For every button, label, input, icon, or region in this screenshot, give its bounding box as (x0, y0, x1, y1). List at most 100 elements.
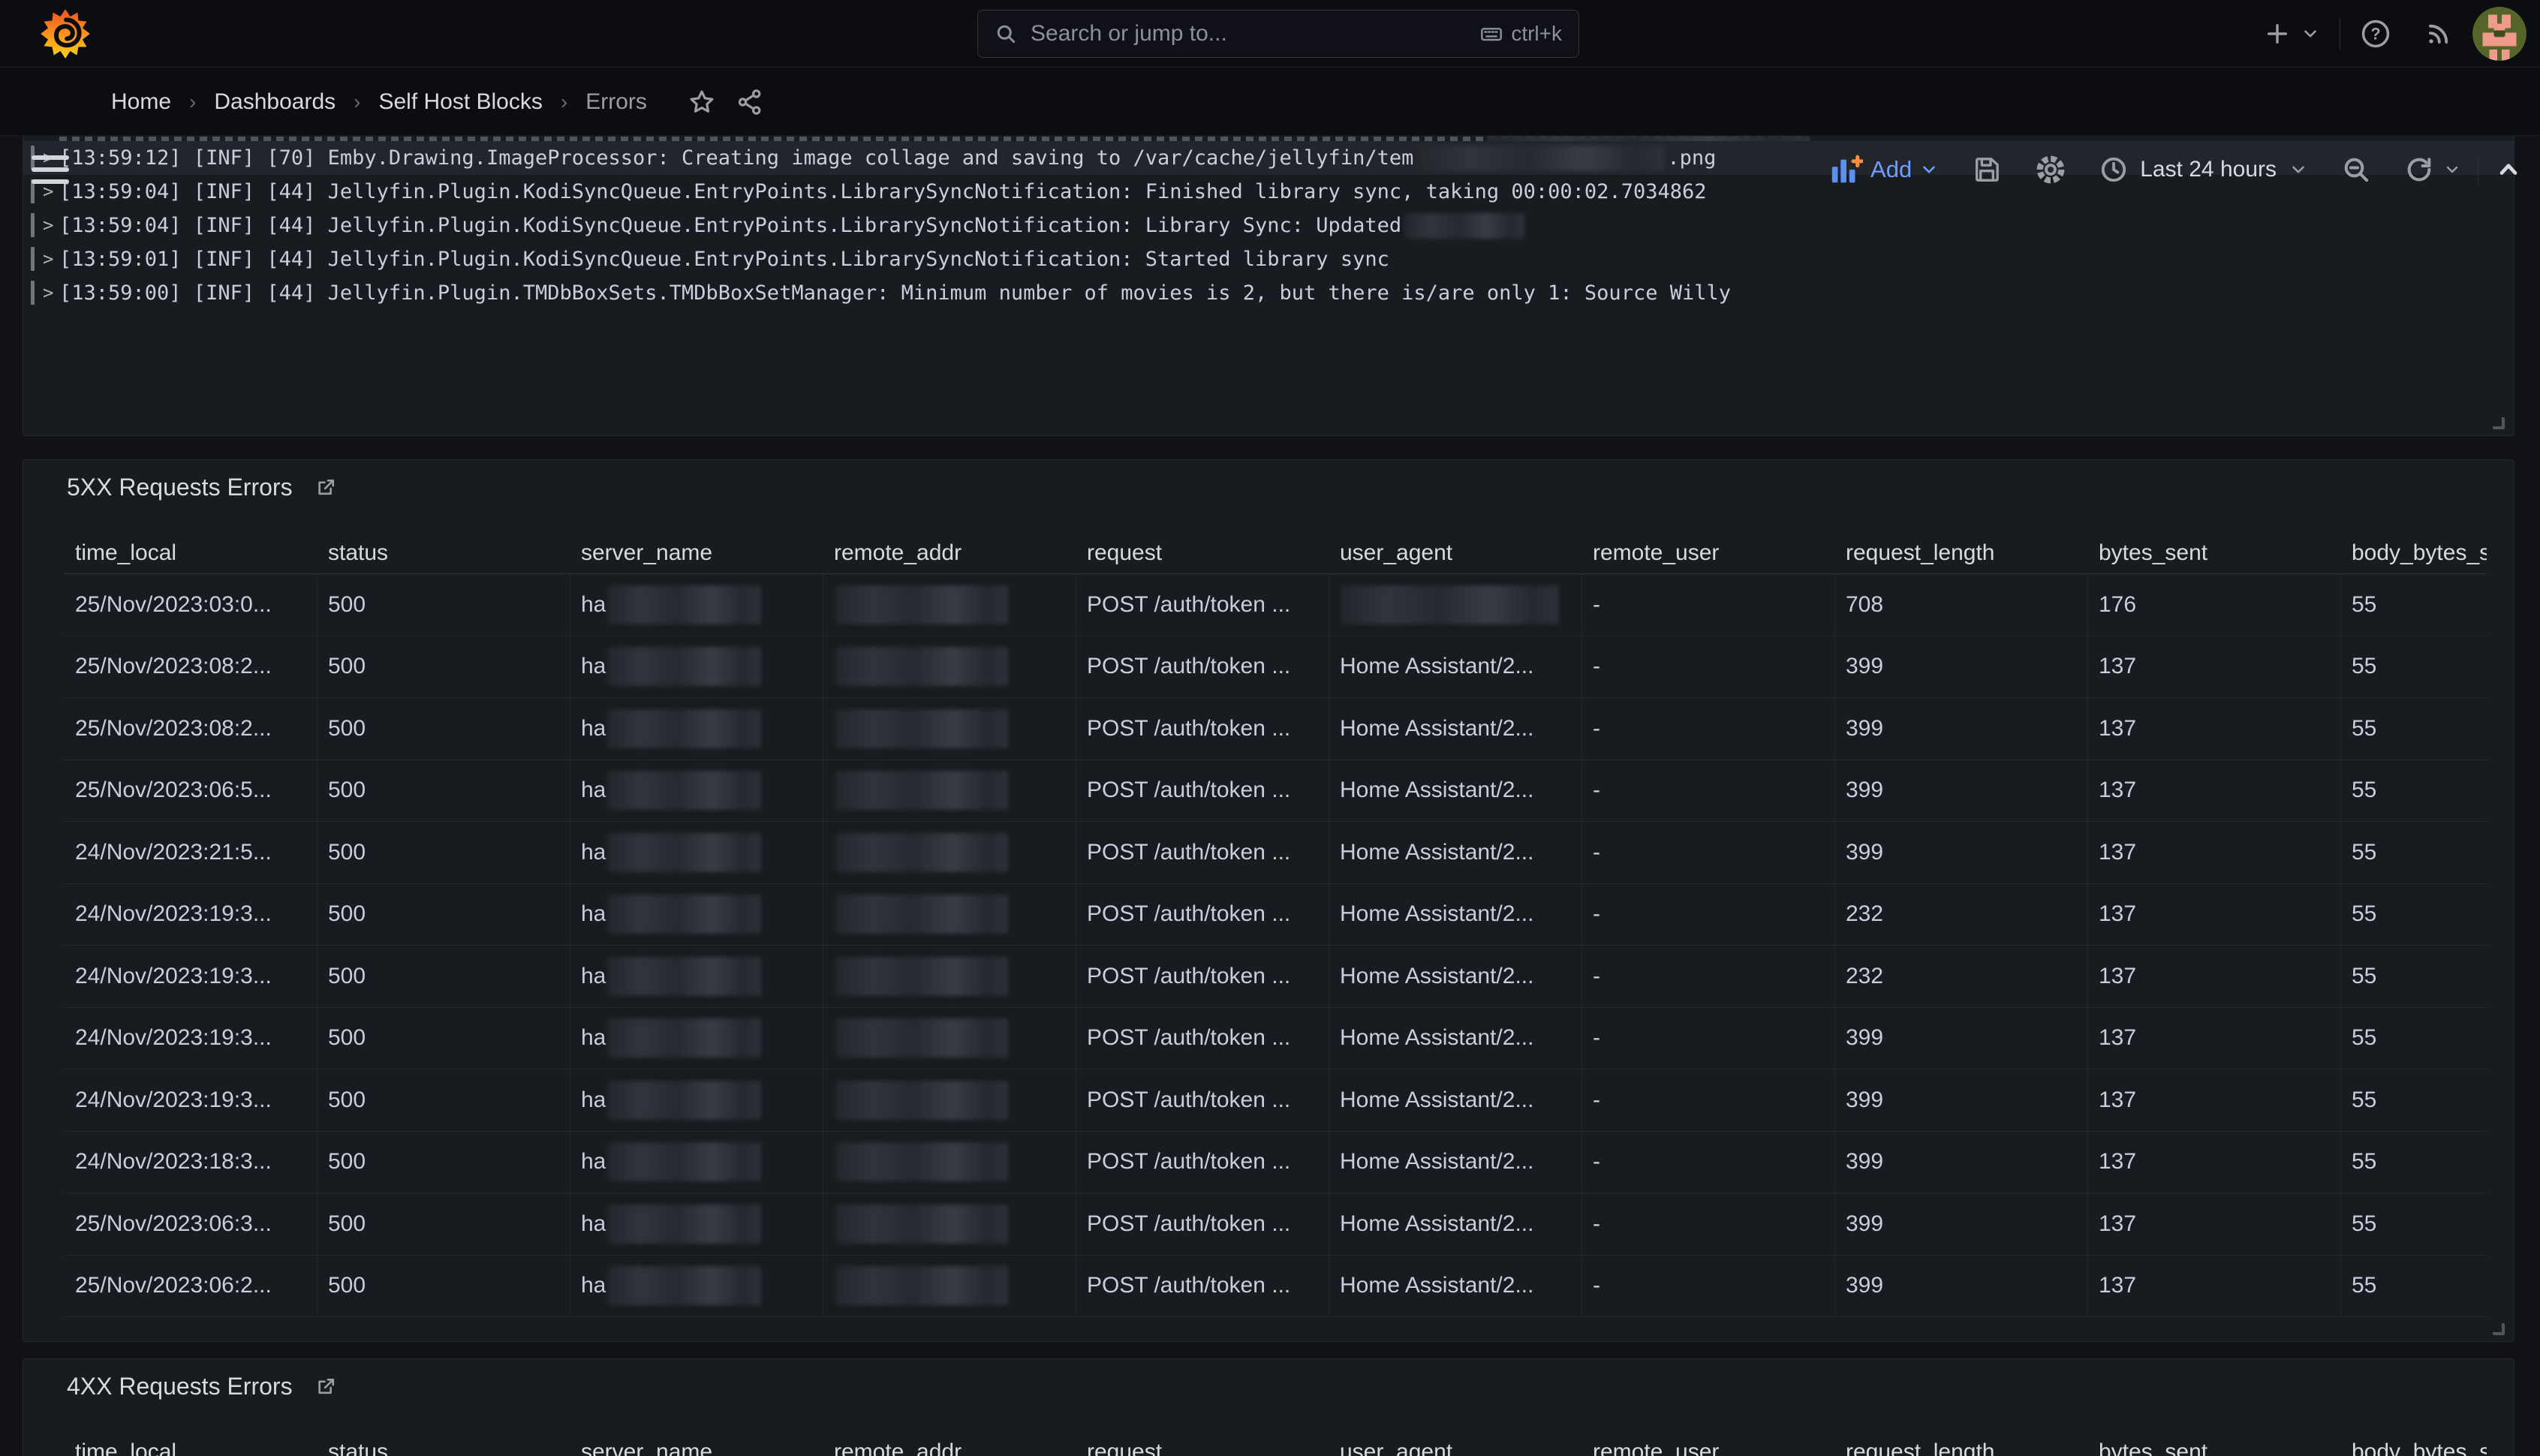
table-cell: Home Assistant/2... (1329, 884, 1582, 946)
log-row[interactable]: >[13:59:01] [INF] [44] Jellyfin.Plugin.K… (23, 242, 2514, 276)
breadcrumb-dashboards[interactable]: Dashboards (214, 89, 336, 115)
redacted-blur (835, 709, 1008, 748)
table-cell: 55 (2341, 636, 2487, 698)
expand-chevron-icon[interactable]: > (43, 209, 53, 242)
column-header[interactable]: request (1076, 532, 1329, 573)
user-avatar[interactable] (2472, 7, 2526, 61)
column-header[interactable]: server_name (570, 532, 823, 573)
text-run: ha (581, 1273, 606, 1298)
text-run: POST /auth/token ... (1087, 1025, 1290, 1051)
table-row[interactable]: 25/Nov/2023:08:2...500haPOST /auth/token… (65, 636, 2487, 699)
column-header[interactable]: remote_user (1582, 1431, 1835, 1456)
table-cell: ha (570, 1193, 823, 1255)
column-header[interactable]: body_bytes_sent (2341, 532, 2487, 573)
table-cell: 55 (2341, 1193, 2487, 1255)
search-input[interactable] (1031, 21, 1466, 47)
column-header[interactable]: user_agent (1329, 1431, 1582, 1456)
menu-toggle-button[interactable] (32, 155, 69, 184)
breadcrumb-folder[interactable]: Self Host Blocks (378, 89, 542, 115)
table-row[interactable]: 25/Nov/2023:03:0...500haPOST /auth/token… (65, 574, 2487, 636)
news-button[interactable] (2424, 20, 2453, 48)
table-row[interactable]: 25/Nov/2023:06:2...500haPOST /auth/token… (65, 1256, 2487, 1318)
log-row[interactable]: >[13:59:04] [INF] [44] Jellyfin.Plugin.K… (23, 209, 2514, 242)
table-row[interactable]: 25/Nov/2023:06:3...500haPOST /auth/token… (65, 1193, 2487, 1256)
text-run: 24/Nov/2023:19:3... (75, 1025, 272, 1051)
text-run: 500 (328, 778, 366, 803)
column-header[interactable]: bytes_sent (2088, 1431, 2341, 1456)
table-cell: 399 (1835, 1132, 2088, 1193)
new-dropdown-button[interactable] (2265, 21, 2320, 47)
table-cell: - (1582, 1132, 1835, 1193)
add-label: Add (1870, 156, 1912, 183)
table-cell: ha (570, 822, 823, 883)
help-button[interactable]: ? (2360, 18, 2391, 50)
time-range-picker[interactable]: Last 24 hours (2099, 155, 2308, 184)
table-cell: - (1582, 1008, 1835, 1069)
table-cell: 399 (1835, 760, 2088, 822)
breadcrumb-home[interactable]: Home (111, 89, 171, 115)
panel-resize-handle[interactable] (2493, 417, 2505, 429)
column-header[interactable]: status (318, 1431, 570, 1456)
table-row[interactable]: 24/Nov/2023:18:3...500haPOST /auth/token… (65, 1132, 2487, 1194)
text-run: - (1593, 1211, 1600, 1237)
column-header[interactable]: user_agent (1329, 532, 1582, 573)
refresh-button[interactable] (2404, 155, 2461, 185)
table-cell: 55 (2341, 946, 2487, 1007)
table-cell: Home Assistant/2... (1329, 760, 1582, 822)
text-run: 55 (2352, 778, 2376, 803)
table-cell: 399 (1835, 636, 2088, 698)
zoom-out-time-button[interactable] (2341, 155, 2371, 185)
expand-chevron-icon[interactable]: > (43, 242, 53, 276)
dashboard-settings-button[interactable] (2035, 154, 2066, 185)
table-cell: - (1582, 698, 1835, 760)
column-header[interactable]: request_length (1835, 1431, 2088, 1456)
column-header[interactable]: body_bytes_sent (2341, 1431, 2487, 1456)
log-row[interactable]: >[13:59:00] [INF] [44] Jellyfin.Plugin.T… (23, 276, 2514, 310)
save-dashboard-button[interactable] (1972, 155, 2002, 185)
collapse-bar-button[interactable] (2495, 156, 2522, 183)
column-header[interactable]: time_local (65, 1431, 318, 1456)
table-row[interactable]: 24/Nov/2023:19:3...500haPOST /auth/token… (65, 946, 2487, 1008)
column-header[interactable]: server_name (570, 1431, 823, 1456)
text-run: 399 (1846, 654, 1883, 679)
table-cell: 399 (1835, 1256, 2088, 1317)
column-header[interactable]: request_length (1835, 532, 2088, 573)
column-header[interactable]: remote_addr (823, 1431, 1076, 1456)
share-dashboard-button[interactable] (736, 88, 764, 116)
redacted-blur (607, 957, 761, 996)
text-run: Home Assistant/2... (1340, 1149, 1533, 1175)
column-header[interactable]: request (1076, 1431, 1329, 1456)
table-cell (823, 822, 1076, 883)
text-run: 24/Nov/2023:19:3... (75, 1087, 272, 1113)
expand-chevron-icon[interactable]: > (43, 276, 53, 310)
text-run: 24/Nov/2023:19:3... (75, 901, 272, 927)
table-row[interactable]: 24/Nov/2023:19:3...500haPOST /auth/token… (65, 1069, 2487, 1132)
column-header[interactable]: status (318, 532, 570, 573)
column-header[interactable]: remote_addr (823, 532, 1076, 573)
text-run: 137 (2099, 901, 2136, 927)
favorite-dashboard-button[interactable] (688, 88, 716, 116)
text-run: [13:59:01] [INF] [44] Jellyfin.Plugin.Ko… (59, 242, 1389, 276)
table-cell: 137 (2088, 1193, 2341, 1255)
table-row[interactable]: 24/Nov/2023:19:3...500haPOST /auth/token… (65, 1008, 2487, 1070)
text-run: POST /auth/token ... (1087, 1087, 1290, 1113)
table-row[interactable]: 25/Nov/2023:06:5...500haPOST /auth/token… (65, 760, 2487, 823)
table-cell: 55 (2341, 1069, 2487, 1131)
table-row[interactable]: 24/Nov/2023:21:5...500haPOST /auth/token… (65, 822, 2487, 884)
panel-resize-handle[interactable] (2493, 1323, 2505, 1335)
global-search[interactable]: ctrl+k (977, 10, 1579, 58)
grafana-logo[interactable] (39, 8, 92, 60)
redacted-blur (835, 1142, 1008, 1181)
column-header[interactable]: time_local (65, 532, 318, 573)
breadcrumb-separator: › (189, 90, 196, 114)
table-row[interactable]: 24/Nov/2023:19:3...500haPOST /auth/token… (65, 884, 2487, 946)
text-run: 55 (2352, 1273, 2376, 1298)
redacted-blur (1341, 585, 1559, 624)
add-panel-button[interactable]: Add (1828, 152, 1939, 187)
text-run: - (1593, 1087, 1600, 1113)
table-row[interactable]: 25/Nov/2023:08:2...500haPOST /auth/token… (65, 698, 2487, 760)
table-cell: Home Assistant/2... (1329, 698, 1582, 760)
column-header[interactable]: remote_user (1582, 532, 1835, 573)
redacted-blur (835, 833, 1008, 872)
column-header[interactable]: bytes_sent (2088, 532, 2341, 573)
